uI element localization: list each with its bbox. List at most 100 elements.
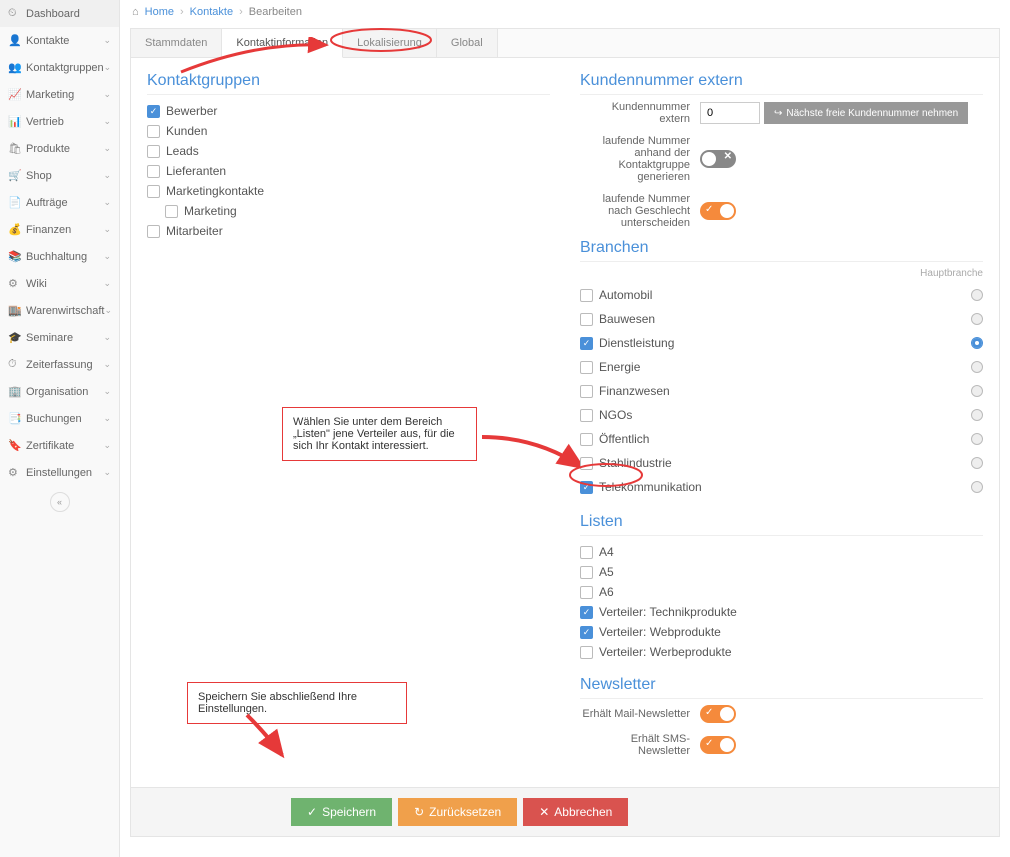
hauptbranche-radio[interactable]: [971, 457, 983, 469]
save-button-label: Speichern: [322, 805, 376, 819]
section-branchen-title: Branchen: [580, 239, 983, 262]
sidebar-item-vertrieb[interactable]: 📊Vertrieb⌄: [0, 108, 119, 135]
sidebar-item-kontaktgruppen[interactable]: 👥Kontaktgruppen⌄: [0, 54, 119, 81]
sidebar-item-buchhaltung[interactable]: 📚Buchhaltung⌄: [0, 243, 119, 270]
sidebar-item-finanzen[interactable]: 💰Finanzen⌄: [0, 216, 119, 243]
checkbox-label: A4: [599, 545, 614, 559]
footer-actions: ✓ Speichern ↻ Zurücksetzen ✕ Abbrechen: [131, 787, 999, 836]
checkbox-row[interactable]: Leads: [147, 141, 550, 161]
home-icon: ⌂: [132, 6, 139, 18]
label-sms-newsletter: Erhält SMS-Newsletter: [580, 733, 700, 757]
tab-lokalisierung[interactable]: Lokalisierung: [343, 29, 437, 57]
toggle-sms-newsletter[interactable]: [700, 736, 736, 754]
checkbox-label: A6: [599, 585, 614, 599]
branche-checkbox[interactable]: Energie: [580, 357, 640, 377]
btn-next-kundennummer[interactable]: ↪ Nächste freie Kundennummer nehmen: [764, 102, 968, 124]
sidebar-item-aufträge[interactable]: 📄Aufträge⌄: [0, 189, 119, 216]
branche-checkbox[interactable]: Stahlindustrie: [580, 453, 672, 473]
hauptbranche-radio[interactable]: [971, 409, 983, 421]
cancel-button[interactable]: ✕ Abbrechen: [523, 798, 628, 826]
sidebar-item-warenwirtschaft[interactable]: 🏬Warenwirtschaft⌄: [0, 297, 119, 324]
branche-checkbox[interactable]: Öffentlich: [580, 429, 649, 449]
sidebar-item-zeiterfassung[interactable]: ⏱Zeiterfassung⌄: [0, 351, 119, 378]
reset-button[interactable]: ↻ Zurücksetzen: [398, 798, 517, 826]
checkbox-row[interactable]: Bewerber: [147, 101, 550, 121]
sidebar-item-seminare[interactable]: 🎓Seminare⌄: [0, 324, 119, 351]
checkbox-icon: [147, 145, 160, 158]
branche-checkbox[interactable]: Finanzwesen: [580, 381, 670, 401]
menu-icon: 📚: [8, 250, 20, 263]
chevron-down-icon: ⌄: [103, 467, 111, 478]
toggle-mail-newsletter[interactable]: [700, 705, 736, 723]
checkbox-icon: [580, 646, 593, 659]
sidebar-item-dashboard[interactable]: ⏲Dashboard: [0, 0, 119, 27]
annotation-arrow-listen: [477, 422, 597, 482]
sidebar-item-label: Zeiterfassung: [26, 359, 93, 371]
checkbox-row[interactable]: A4: [580, 542, 983, 562]
sidebar-item-buchungen[interactable]: 📑Buchungen⌄: [0, 405, 119, 432]
hauptbranche-radio[interactable]: [971, 385, 983, 397]
sidebar-item-marketing[interactable]: 📈Marketing⌄: [0, 81, 119, 108]
toggle-laufende-geschlecht[interactable]: [700, 202, 736, 220]
branche-checkbox[interactable]: Automobil: [580, 285, 652, 305]
checkbox-row[interactable]: A5: [580, 562, 983, 582]
share-icon: ↪: [774, 108, 782, 119]
breadcrumb-kontakte[interactable]: Kontakte: [190, 6, 233, 18]
left-column: Kontaktgruppen BewerberKundenLeads Liefer…: [147, 72, 550, 767]
branche-row: Telekommunikation: [580, 475, 983, 499]
tab-kontaktinformation[interactable]: Kontaktinformation: [222, 29, 343, 58]
branche-checkbox[interactable]: Telekommunikation: [580, 477, 702, 497]
tab-stammdaten[interactable]: Stammdaten: [131, 29, 222, 57]
checkbox-icon: [580, 606, 593, 619]
sidebar-item-label: Dashboard: [26, 8, 80, 20]
section-kontaktgruppen-title: Kontaktgruppen: [147, 72, 550, 95]
tab-global[interactable]: Global: [437, 29, 498, 57]
menu-icon: 📄: [8, 196, 20, 209]
checkbox-row[interactable]: Lieferanten: [147, 161, 550, 181]
sidebar-item-label: Finanzen: [26, 224, 71, 236]
sidebar-item-kontakte[interactable]: 👤Kontakte⌄: [0, 27, 119, 54]
breadcrumb-home[interactable]: Home: [145, 6, 174, 18]
section-newsletter-title: Newsletter: [580, 676, 983, 699]
checkbox-row[interactable]: Verteiler: Werbeprodukte: [580, 642, 983, 662]
input-kundennummer[interactable]: [700, 102, 760, 124]
sidebar-item-einstellungen[interactable]: ⚙Einstellungen⌄: [0, 459, 119, 486]
checkbox-row[interactable]: Marketing: [165, 201, 550, 221]
checkbox-label: Lieferanten: [166, 164, 226, 178]
hauptbranche-radio[interactable]: [971, 337, 983, 349]
sidebar-item-organisation[interactable]: 🏢Organisation⌄: [0, 378, 119, 405]
edit-card: StammdatenKontaktinformationLokalisierun…: [130, 28, 1000, 837]
checkbox-label: Marketingkontakte: [166, 184, 264, 198]
sidebar-item-wiki[interactable]: ⚙Wiki⌄: [0, 270, 119, 297]
checkbox-row[interactable]: Verteiler: Technikprodukte: [580, 602, 983, 622]
sidebar-item-label: Buchungen: [26, 413, 82, 425]
checkbox-row[interactable]: Mitarbeiter: [147, 221, 550, 241]
checkbox-row[interactable]: A6: [580, 582, 983, 602]
checkbox-row[interactable]: Verteiler: Webprodukte: [580, 622, 983, 642]
menu-icon: 🎓: [8, 331, 20, 344]
checkbox-row[interactable]: Kunden: [147, 121, 550, 141]
branche-checkbox[interactable]: NGOs: [580, 405, 632, 425]
sidebar-item-shop[interactable]: 🛒Shop⌄: [0, 162, 119, 189]
hauptbranche-radio[interactable]: [971, 361, 983, 373]
hauptbranche-radio[interactable]: [971, 481, 983, 493]
sidebar-item-zertifikate[interactable]: 🔖Zertifikate⌄: [0, 432, 119, 459]
breadcrumb-current: Bearbeiten: [249, 6, 302, 18]
hauptbranche-radio[interactable]: [971, 433, 983, 445]
branche-checkbox[interactable]: Bauwesen: [580, 309, 655, 329]
sidebar-item-produkte[interactable]: 🛍Produkte⌄: [0, 135, 119, 162]
branche-label: Bauwesen: [599, 312, 655, 326]
toggle-laufende-gruppe[interactable]: ✕: [700, 150, 736, 168]
chevron-down-icon: ⌄: [103, 251, 111, 262]
chevron-down-icon: ⌄: [104, 305, 112, 316]
hauptbranche-radio[interactable]: [971, 289, 983, 301]
save-button[interactable]: ✓ Speichern: [291, 798, 392, 826]
checkbox-icon: [580, 433, 593, 446]
hauptbranche-radio[interactable]: [971, 313, 983, 325]
branche-label: Telekommunikation: [599, 480, 702, 494]
branche-label: Energie: [599, 360, 640, 374]
checkbox-row[interactable]: Marketingkontakte: [147, 181, 550, 201]
branche-checkbox[interactable]: Dienstleistung: [580, 333, 674, 353]
menu-icon: 🏬: [8, 304, 20, 317]
sidebar-collapse[interactable]: «: [0, 486, 119, 518]
